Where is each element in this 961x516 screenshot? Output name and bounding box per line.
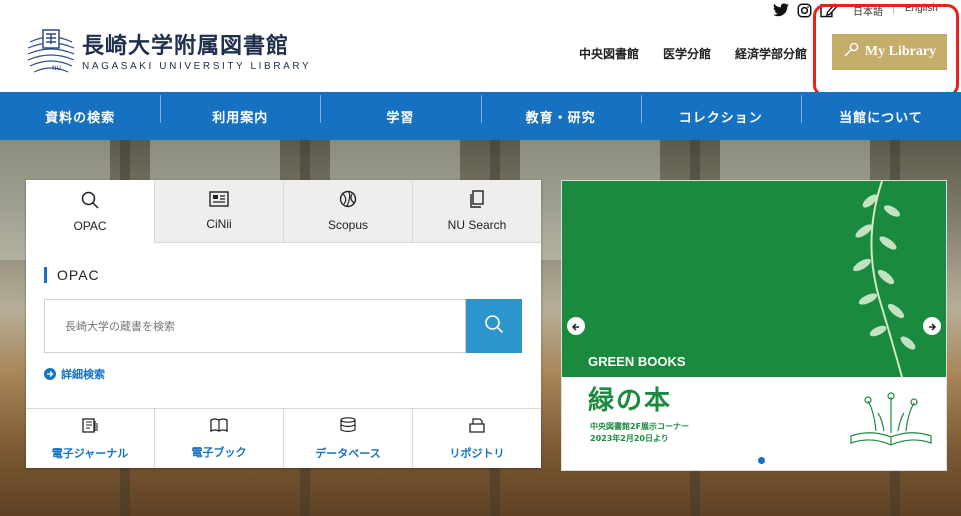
search-submit-button[interactable]: [466, 299, 522, 353]
newspaper-icon: [209, 191, 229, 211]
nav-item-collection[interactable]: コレクション: [640, 94, 801, 126]
open-book-illustration-icon: [846, 391, 936, 455]
link-label: 電子ブック: [191, 446, 247, 459]
banner-tag: GREEN BOOKS: [588, 354, 686, 369]
search-icon: [81, 191, 99, 213]
search-panel: OPAC CiNii Scopus NU Search OPAC 長崎大学の蔵書…: [26, 180, 541, 468]
book-icon: [210, 417, 228, 436]
nav-item-about[interactable]: 当館について: [800, 94, 961, 126]
search-tabs: OPAC CiNii Scopus NU Search: [26, 180, 541, 243]
link-e-journal[interactable]: 電子ジャーナル: [26, 409, 155, 468]
link-label: 電子ジャーナル: [51, 446, 129, 460]
main-nav: 資料の検索 利用案内 学習 教育・研究 コレクション 当館について: [0, 92, 961, 140]
tab-scopus[interactable]: Scopus: [284, 180, 413, 243]
globe-icon: [339, 190, 357, 212]
arrow-left-icon: [571, 317, 581, 336]
site-logo[interactable]: NU 長崎大学附属図書館 NAGASAKI UNIVERSITY LIBRARY: [26, 28, 311, 76]
advanced-search-label: 詳細検索: [61, 368, 105, 381]
journal-icon: [81, 417, 99, 437]
nav-item-learning[interactable]: 学習: [320, 94, 480, 126]
panel-title: OPAC: [44, 267, 100, 283]
nav-item-search[interactable]: 資料の検索: [0, 107, 160, 126]
banner-location: 中央図書館2F展示コーナー: [590, 422, 690, 431]
lang-japanese-link[interactable]: 日本語: [853, 3, 883, 18]
arrow-right-icon: [927, 317, 937, 336]
my-library-label: My Library: [864, 44, 937, 59]
lang-divider: [893, 4, 894, 14]
nav-item-research[interactable]: 教育・研究: [480, 94, 641, 126]
tab-label: NU Search: [447, 218, 507, 232]
tab-label: OPAC: [73, 218, 107, 233]
tab-opac[interactable]: OPAC: [26, 180, 155, 243]
nav-item-guide[interactable]: 利用案内: [160, 94, 320, 126]
search-icon: [484, 314, 504, 338]
key-icon: [843, 42, 859, 63]
link-label: リポジトリ: [449, 446, 505, 460]
banner-title: 緑の本: [588, 386, 673, 416]
tab-label: Scopus: [327, 218, 369, 232]
carousel-next-button[interactable]: [923, 317, 941, 335]
branch-medical-library[interactable]: 医学分館: [663, 45, 711, 62]
lang-english-link[interactable]: English: [905, 3, 938, 14]
repository-icon: [468, 417, 486, 437]
banner-image: [562, 181, 946, 377]
carousel-dot-active[interactable]: [758, 457, 765, 464]
svg-text:NU: NU: [52, 65, 61, 72]
link-repository[interactable]: リポジトリ: [413, 409, 541, 468]
carousel-prev-button[interactable]: [567, 317, 585, 335]
branch-economics-library[interactable]: 経済学部分館: [735, 45, 807, 62]
arrow-right-icon: [44, 368, 56, 380]
database-icon: [339, 416, 357, 437]
library-logo-icon: NU: [26, 28, 76, 76]
instagram-icon[interactable]: [797, 3, 812, 18]
opac-search-input[interactable]: [44, 299, 466, 353]
banner-date: 2023年2月20日より: [590, 434, 669, 443]
twitter-icon[interactable]: [773, 3, 789, 17]
link-label: データベース: [315, 446, 381, 460]
site-header: NU 長崎大学附属図書館 NAGASAKI UNIVERSITY LIBRARY…: [0, 0, 961, 97]
my-library-button[interactable]: My Library: [832, 34, 947, 70]
branch-central-library[interactable]: 中央図書館: [579, 45, 639, 62]
tab-label: CiNii: [206, 217, 232, 231]
logo-title-jp: 長崎大学附属図書館: [82, 32, 290, 59]
blog-edit-icon[interactable]: [820, 2, 838, 18]
logo-title-en: NAGASAKI UNIVERSITY LIBRARY: [82, 60, 312, 72]
advanced-search-link[interactable]: 詳細検索: [44, 366, 105, 382]
tab-cinii[interactable]: CiNii: [155, 180, 284, 243]
document-icon: [469, 190, 485, 212]
tab-nu-search[interactable]: NU Search: [413, 180, 541, 243]
resource-links: 電子ジャーナル 電子ブック データベース リポジトリ: [26, 408, 541, 468]
link-e-book[interactable]: 電子ブック: [155, 409, 284, 468]
feature-banner[interactable]: GREEN BOOKS 緑の本 中央図書館2F展示コーナー 2023年2月20日…: [561, 180, 947, 471]
link-database[interactable]: データベース: [284, 409, 413, 468]
